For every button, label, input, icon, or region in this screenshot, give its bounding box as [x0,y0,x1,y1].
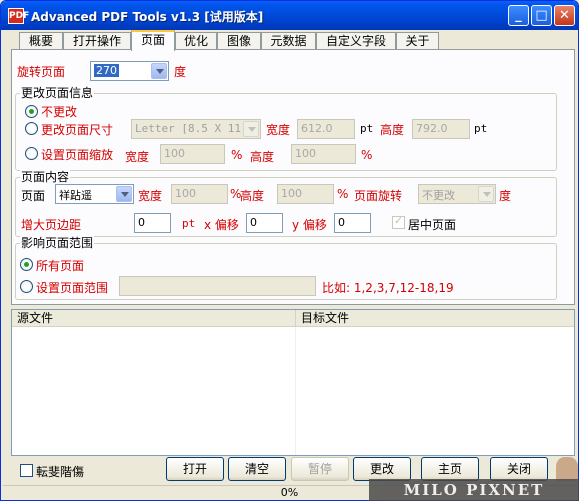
close-button[interactable]: 关闭 [490,457,548,481]
page-width-label: 宽度 [266,123,291,137]
tab-images[interactable]: 图像 [217,32,261,50]
chevron-down-icon[interactable] [478,186,494,202]
scale-height-label: 高度 [250,150,275,164]
tab-optimize[interactable]: 优化 [175,32,217,50]
page-size-value: Letter [8.5 X 11 in] [135,122,243,135]
height-unit-label: pt [474,122,488,135]
chevron-down-icon[interactable] [151,63,167,79]
page-size-select[interactable]: Letter [8.5 X 11 in] [131,119,261,139]
page-range-group-title: 影响页面范围 [20,236,95,250]
tab-custom-fields[interactable]: 自定义字段 [316,32,396,50]
rotate-page-label: 旋转页面 [17,65,66,79]
scale-width-input[interactable]: 100 [160,144,225,164]
bottom-option-checkbox[interactable] [20,464,33,477]
set-range-label: 设置页面范围 [36,281,109,295]
x-offset-label: x 偏移 [204,218,239,232]
rotate-page-value: 270 [94,64,119,77]
scale-width-label: 宽度 [125,150,150,164]
page-content-group-title: 页面内容 [20,170,71,184]
y-offset-input[interactable]: 0 [334,213,371,233]
content-width-input[interactable]: 100 [171,184,228,204]
clear-button[interactable]: 清空 [228,457,286,481]
content-height-input[interactable]: 100 [277,184,334,204]
margin-input[interactable]: 0 [134,213,171,233]
app-window: PDF Advanced PDF Tools v1.3 [试用版本] _ □ ✕… [0,0,579,501]
progress-text: 0% [280,486,299,499]
content-page-label: 页面 [21,189,46,203]
content-page-select[interactable]: 祥跕遥 [55,184,134,204]
rotate-unit-label: 度 [174,65,187,79]
close-window-button[interactable]: ✕ [554,5,575,26]
apply-change-button[interactable]: 更改 [353,457,411,481]
scale-height-unit: % [361,148,373,162]
change-size-label: 更改页面尺寸 [41,123,114,137]
mascot-image [556,457,578,481]
y-offset-label: y 偏移 [292,218,327,232]
content-height-label: 高度 [240,189,265,203]
no-change-radio[interactable] [25,105,38,118]
scale-width-unit: % [231,148,243,162]
set-scale-radio[interactable] [25,147,38,160]
page-height-input[interactable]: 792.0 [412,119,470,139]
margin-label: 增大页边距 [21,218,82,232]
tab-overview[interactable]: 概要 [19,32,63,50]
column-divider [295,327,296,455]
rotate-page-select[interactable]: 270 [90,61,169,81]
content-width-label: 宽度 [138,189,163,203]
page-info-group-title: 更改页面信息 [20,86,95,100]
page-width-input[interactable]: 612.0 [297,119,355,139]
chevron-down-icon[interactable] [116,186,132,202]
all-pages-label: 所有页面 [36,259,85,273]
bottom-option-label: 転斐階傷 [36,465,85,479]
page-range-input[interactable] [119,276,316,296]
content-rotate-value: 不更改 [422,189,455,202]
pause-button[interactable]: 暂停 [291,457,349,481]
tab-about[interactable]: 关于 [396,32,439,50]
chevron-down-icon[interactable] [243,121,259,137]
set-range-radio[interactable] [20,280,33,293]
tab-metadata[interactable]: 元数据 [261,32,316,50]
margin-unit-label: pt [182,217,196,230]
minimize-button[interactable]: _ [508,5,529,26]
set-scale-label: 设置页面缩放 [41,148,114,162]
maximize-button[interactable]: □ [531,5,552,26]
center-page-label: 居中页面 [408,218,457,232]
home-button[interactable]: 主页 [421,457,479,481]
tab-open-actions[interactable]: 打开操作 [63,32,131,50]
width-unit-label: pt [360,122,374,135]
watermark-logo: MILO PIXNET [369,479,579,501]
content-rotate-select[interactable]: 不更改 [418,184,496,204]
center-page-checkbox[interactable] [392,214,405,229]
page-height-label: 高度 [380,123,405,137]
open-button[interactable]: 打开 [166,457,224,481]
source-file-column-header[interactable]: 源文件 [12,310,296,327]
no-change-label: 不更改 [41,105,78,119]
x-offset-input[interactable]: 0 [246,213,283,233]
all-pages-radio[interactable] [20,258,33,271]
content-page-value: 祥跕遥 [59,189,92,202]
scale-height-input[interactable]: 100 [291,144,356,164]
content-height-unit: % [337,187,349,201]
content-rotate-label: 页面旋转 [354,189,403,203]
file-list[interactable]: 源文件 目标文件 [11,309,575,456]
content-rotate-unit: 度 [499,189,512,203]
change-size-radio[interactable] [25,122,38,135]
tab-page[interactable]: 页面 [131,30,175,51]
range-example-label: 比如: 1,2,3,7,12-18,19 [322,281,454,295]
target-file-column-header[interactable]: 目标文件 [296,310,574,327]
pdf-app-icon: PDF [8,8,29,24]
window-title: Advanced PDF Tools v1.3 [试用版本] [31,10,264,24]
title-bar[interactable]: PDF Advanced PDF Tools v1.3 [试用版本] _ □ ✕ [1,1,578,30]
